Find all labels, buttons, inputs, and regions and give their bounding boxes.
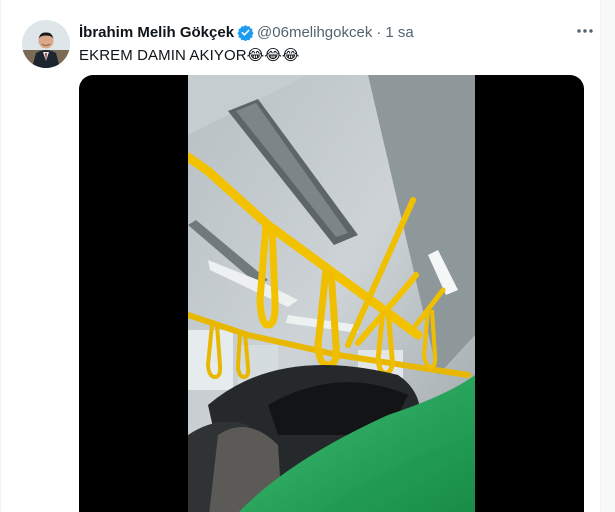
tweet-header: İbrahim Melih Gökçek @06melihgokcek · 1 … — [79, 22, 414, 42]
separator-dot: · — [376, 23, 382, 41]
avatar[interactable] — [22, 20, 70, 68]
more-options-icon[interactable] — [572, 20, 598, 42]
author-name[interactable]: İbrahim Melih Gökçek — [79, 24, 234, 41]
verified-badge-icon — [237, 24, 254, 41]
video-player[interactable] — [79, 75, 584, 512]
author-handle[interactable]: @06melihgokcek — [257, 24, 372, 41]
video-frame — [188, 75, 475, 512]
timestamp[interactable]: 1 sa — [385, 24, 413, 41]
scrollbar-track[interactable] — [600, 0, 615, 512]
tweet-card[interactable]: İbrahim Melih Gökçek @06melihgokcek · 1 … — [16, 12, 600, 512]
left-border — [0, 0, 1, 512]
tweet-text: EKREM DAMIN AKIYOR😂😂😂 — [79, 47, 300, 64]
